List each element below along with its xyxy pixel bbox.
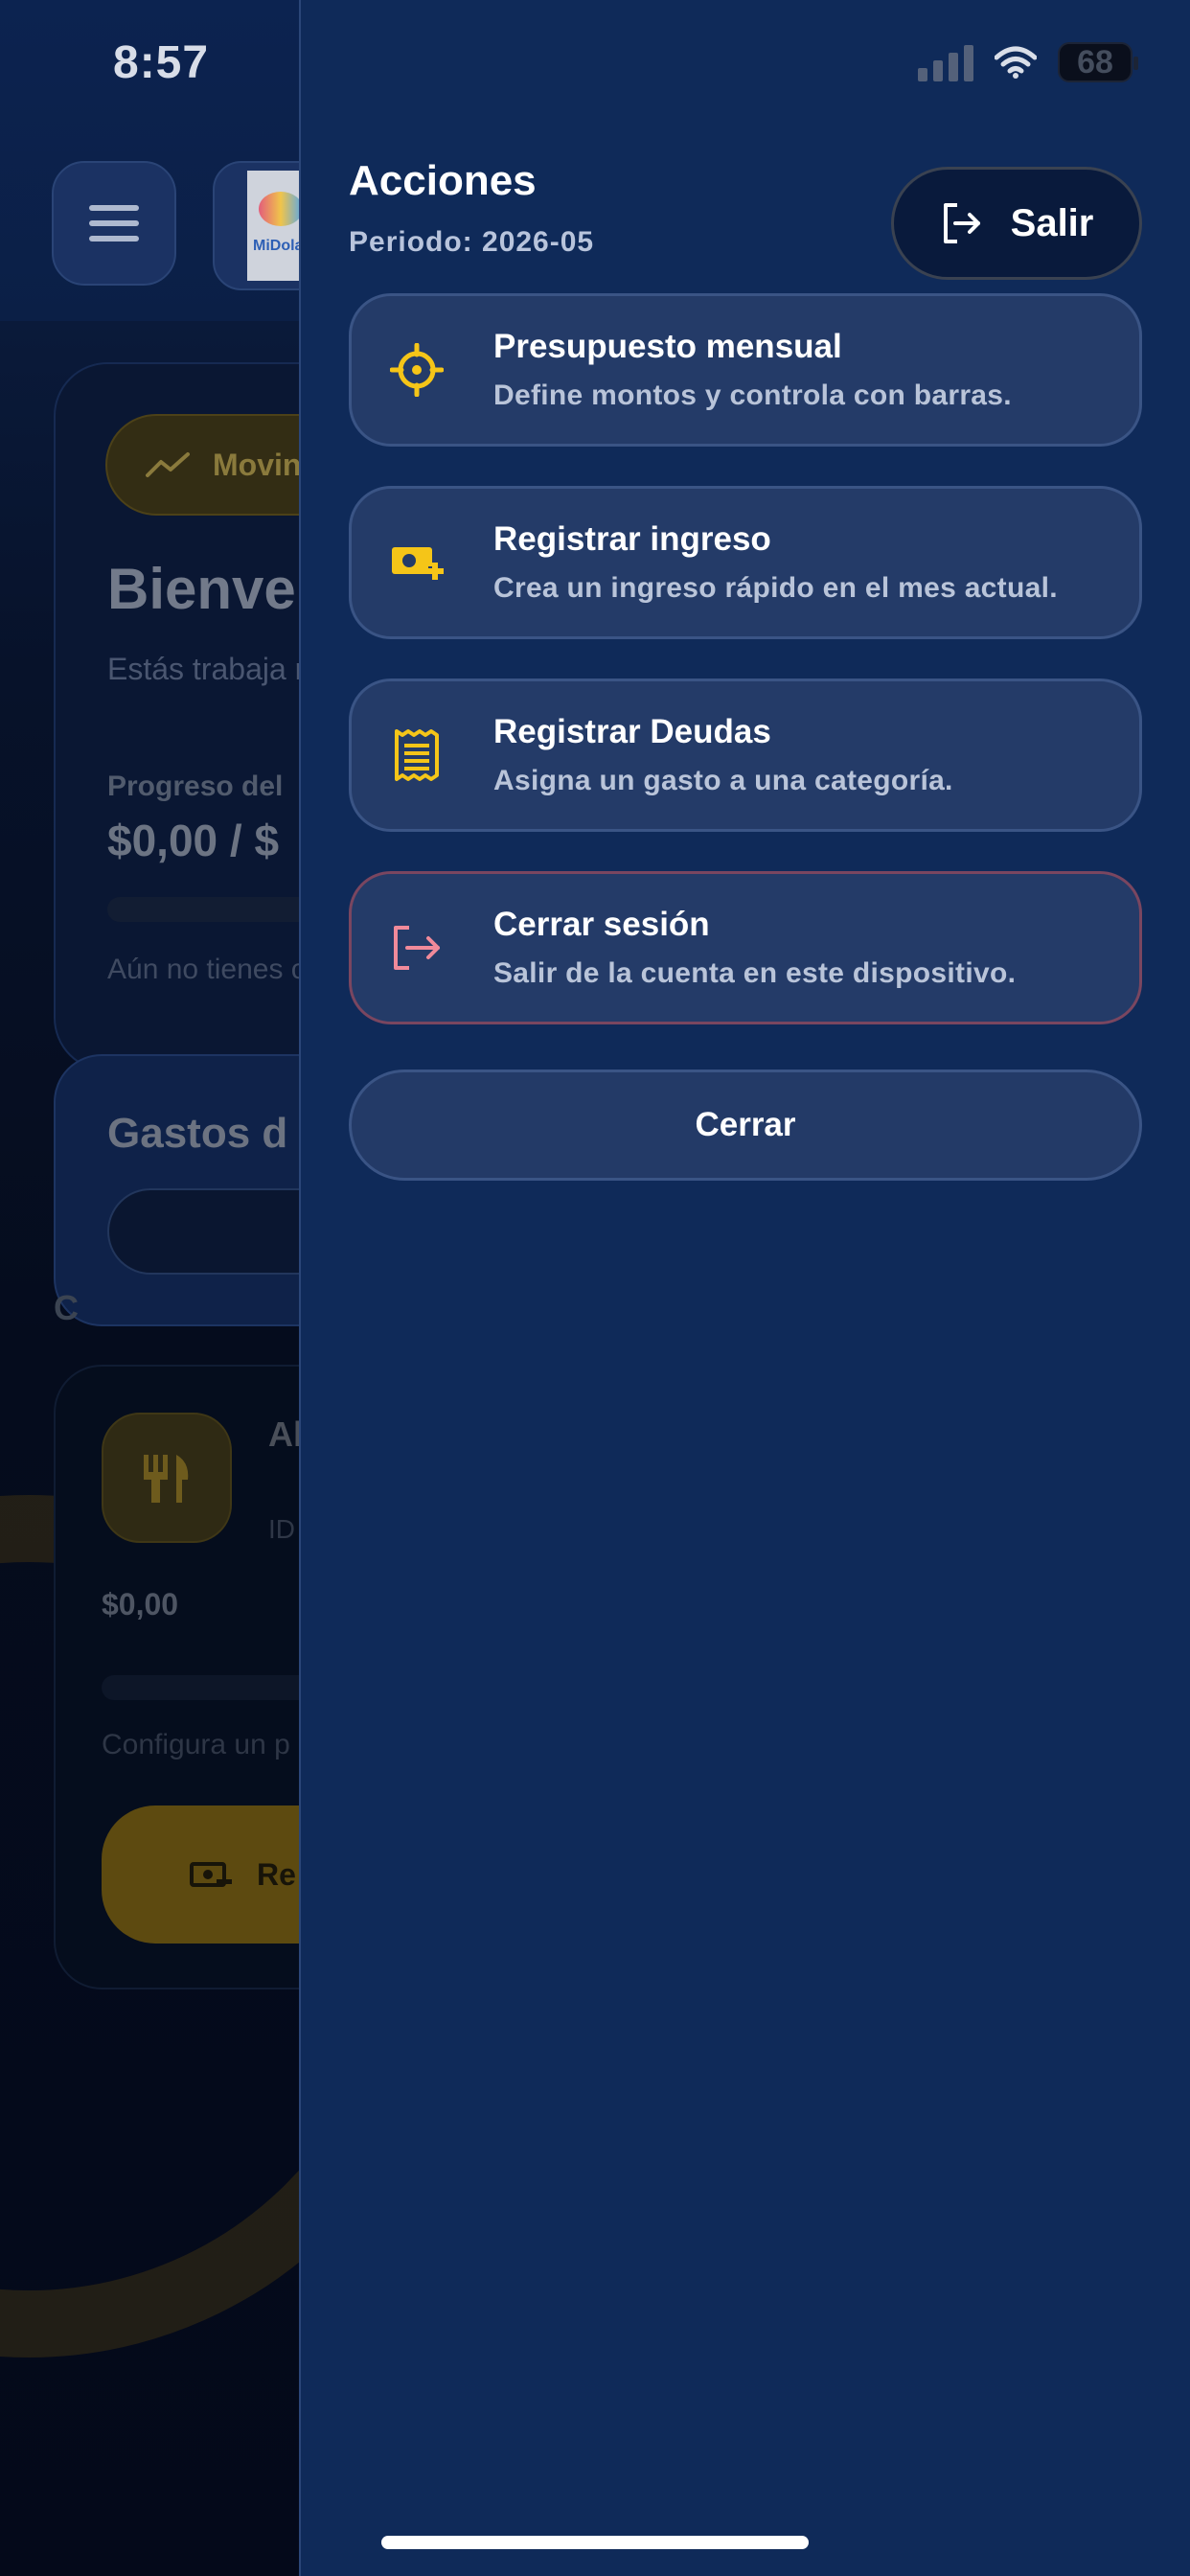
category-note: Configura un p — [102, 1729, 290, 1760]
action-subtitle: Salir de la cuenta en este dispositivo. — [493, 957, 1017, 989]
logout-icon — [388, 919, 446, 977]
wifi-icon — [995, 46, 1037, 79]
fork-knife-icon — [102, 1413, 232, 1543]
category-id: ID — [268, 1514, 295, 1544]
cash-plus-icon — [388, 534, 446, 591]
close-drawer-button[interactable]: Cerrar — [349, 1070, 1142, 1181]
logout-button[interactable]: Salir — [891, 167, 1142, 280]
logo-text: MiDola — [253, 238, 304, 254]
action-title: Presupuesto mensual — [493, 328, 842, 365]
progress-label: Progreso del — [107, 770, 284, 802]
hamburger-menu-icon[interactable] — [52, 161, 176, 286]
progress-amount: $0,00 / $ — [107, 816, 280, 865]
action-monthly-budget[interactable]: Presupuesto mensual Define montos y cont… — [349, 293, 1142, 447]
home-indicator[interactable] — [381, 2536, 809, 2549]
action-sign-out[interactable]: Cerrar sesión Salir de la cuenta en este… — [349, 871, 1142, 1024]
period-label: Periodo: 2026-05 — [349, 226, 595, 258]
receipt-icon — [388, 726, 446, 784]
action-subtitle: Define montos y controla con barras. — [493, 380, 1012, 411]
drawer-title: Acciones — [349, 157, 537, 204]
action-subtitle: Asigna un gasto a una categoría. — [493, 765, 953, 796]
logout-button-label: Salir — [1010, 201, 1094, 244]
logout-icon — [943, 203, 980, 243]
action-subtitle: Crea un ingreso rápido en el mes actual. — [493, 572, 1058, 604]
action-title: Registrar Deudas — [493, 713, 771, 750]
section-letter: C — [54, 1288, 79, 1327]
trending-icon — [146, 452, 190, 477]
category-name: Al — [268, 1414, 303, 1454]
status-icons: 68 — [918, 42, 1138, 82]
register-expense-label: Re — [257, 1856, 296, 1892]
battery-indicator: 68 — [1058, 42, 1138, 82]
action-register-debts[interactable]: Registrar Deudas Asigna un gasto a una c… — [349, 678, 1142, 832]
cash-minus-icon — [190, 1862, 232, 1887]
status-time: 8:57 — [113, 37, 210, 88]
action-title: Registrar ingreso — [493, 520, 771, 558]
cellular-signal-icon — [918, 43, 973, 81]
action-title: Cerrar sesión — [493, 906, 710, 943]
target-icon — [388, 341, 446, 399]
close-drawer-label: Cerrar — [695, 1106, 796, 1143]
action-register-income[interactable]: Registrar ingreso Crea un ingreso rápido… — [349, 486, 1142, 639]
chip-label: Movin — [213, 447, 302, 482]
expenses-title: Gastos d — [107, 1110, 288, 1157]
welcome-title: Bienve — [107, 557, 296, 621]
category-amount: $0,00 — [102, 1587, 179, 1622]
